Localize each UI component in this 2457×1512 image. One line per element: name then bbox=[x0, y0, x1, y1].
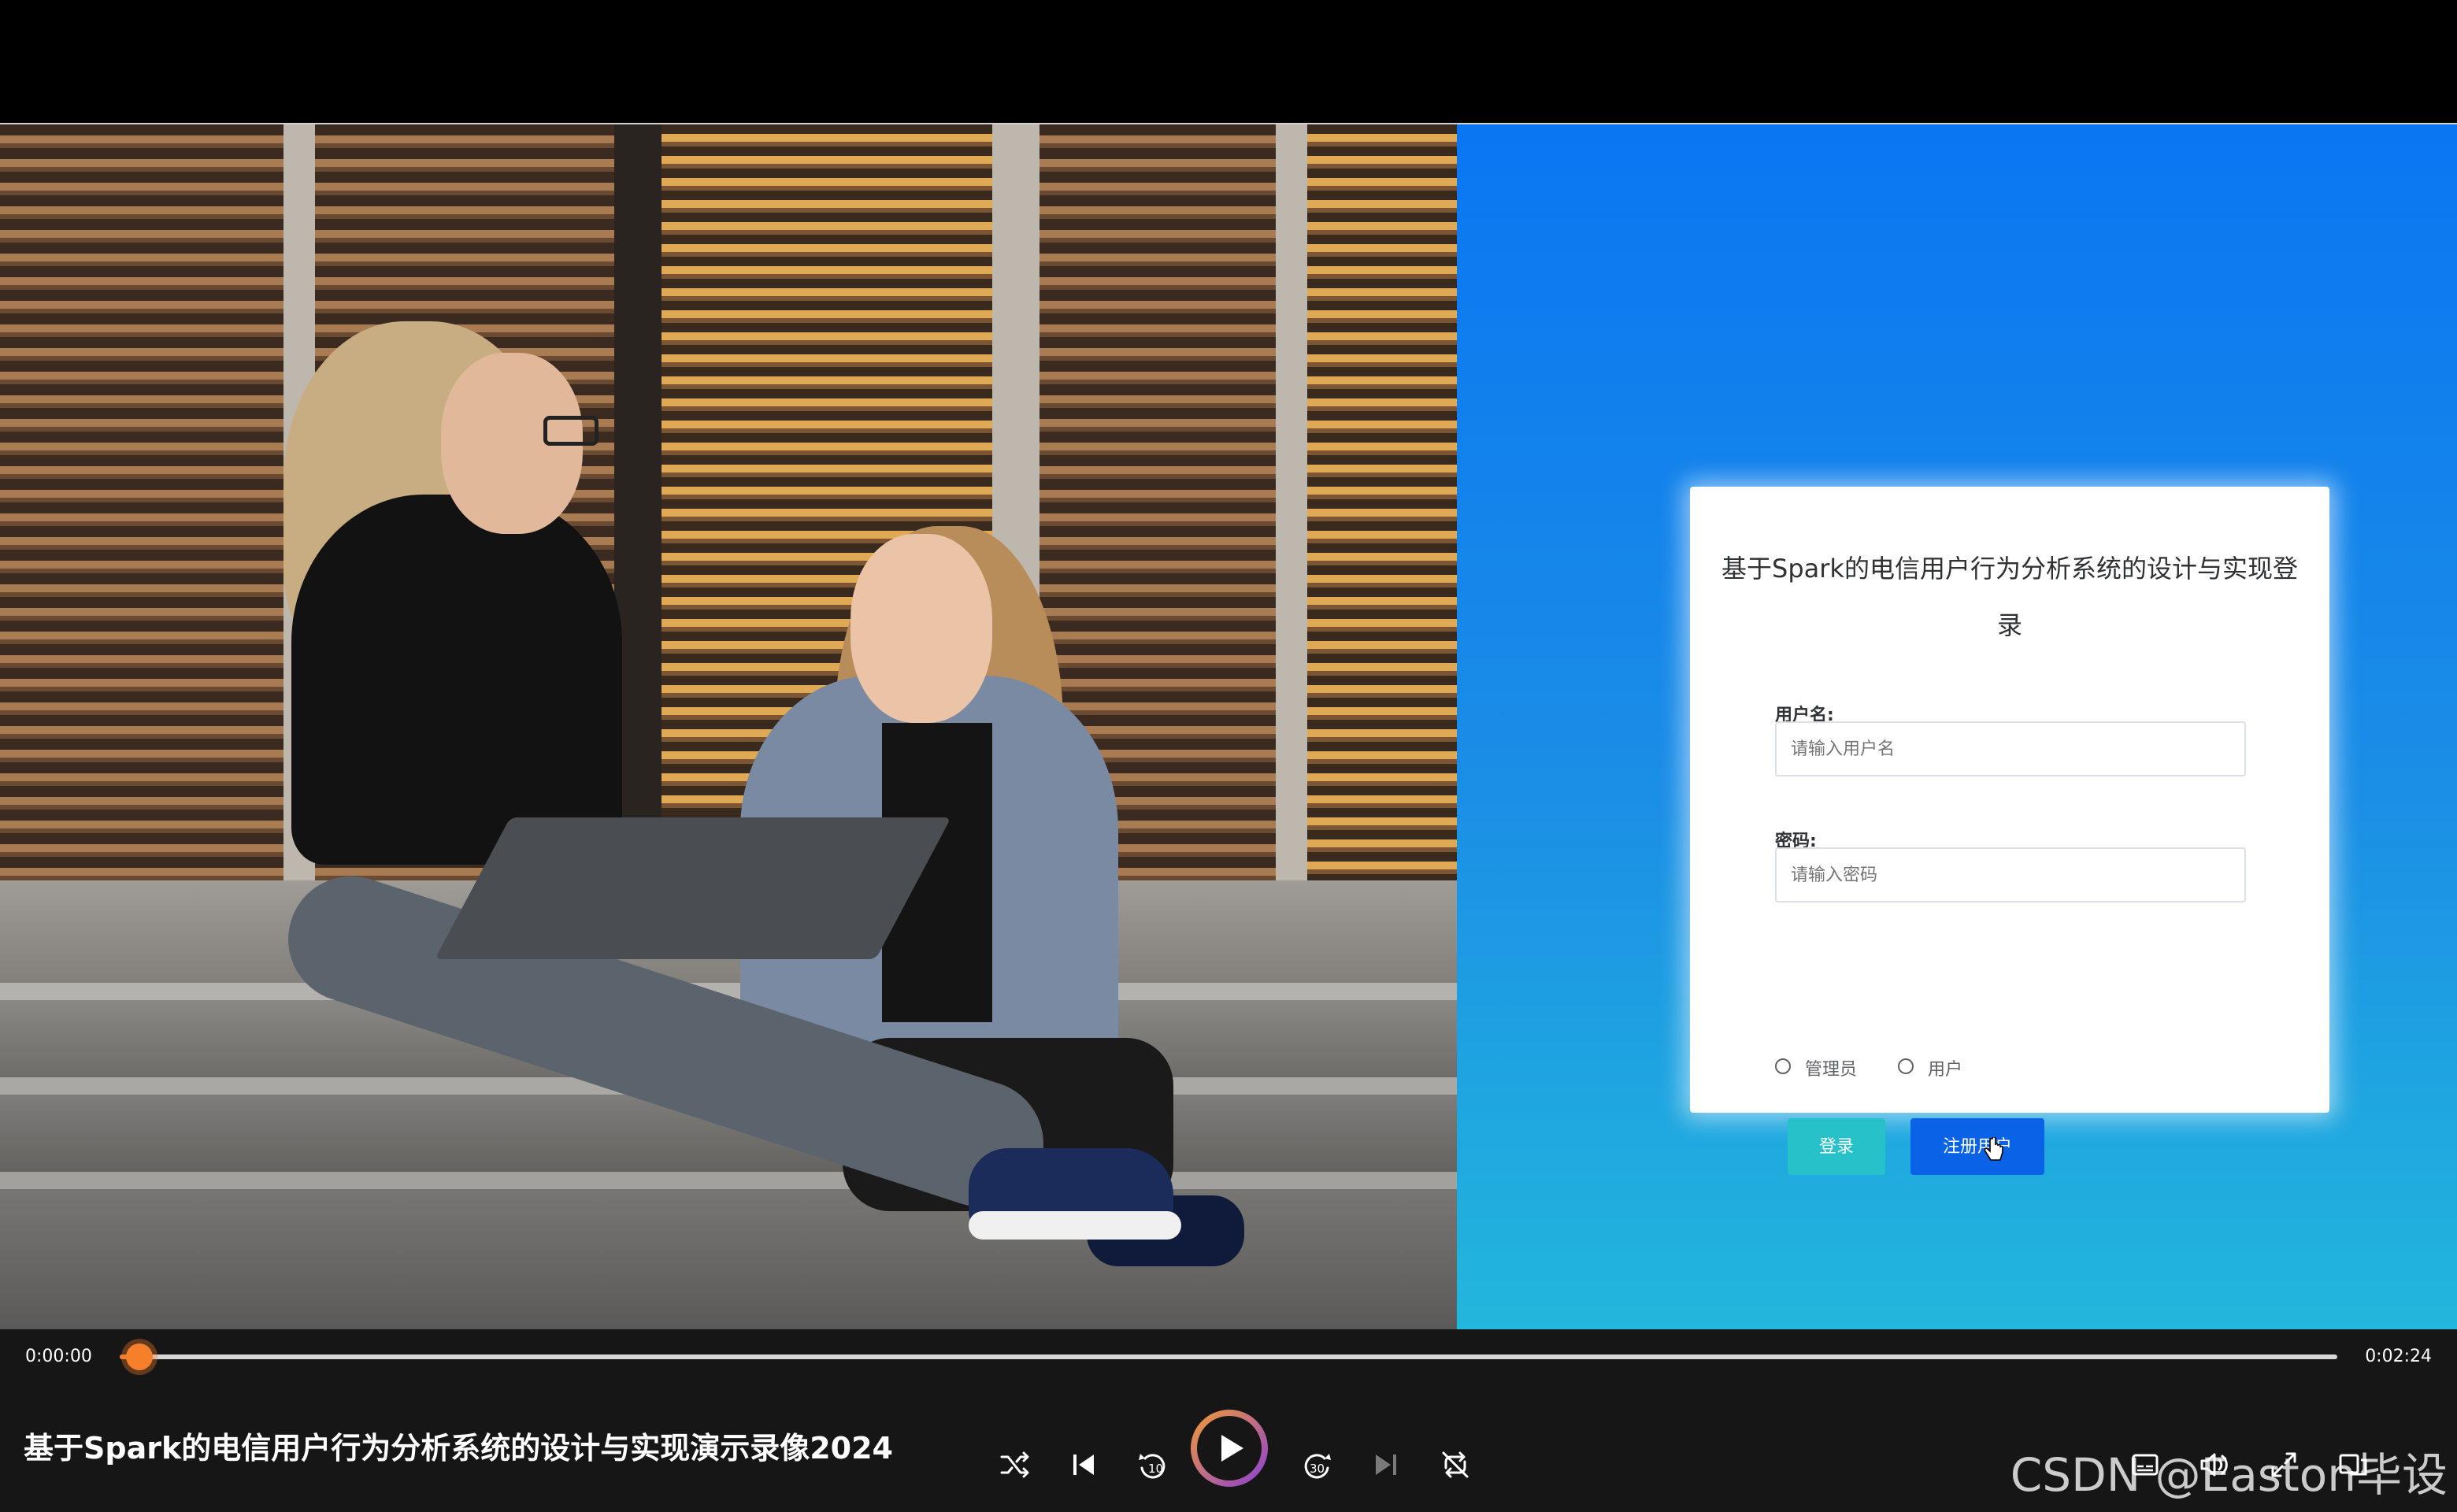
radio-circle-icon[interactable] bbox=[1898, 1058, 1914, 1074]
register-button[interactable]: 注册用户 bbox=[1910, 1118, 2044, 1175]
previous-icon[interactable] bbox=[1060, 1441, 1107, 1488]
next-icon[interactable] bbox=[1362, 1441, 1410, 1488]
total-time: 0:02:24 bbox=[2365, 1347, 2432, 1366]
login-title: 基于Spark的电信用户行为分析系统的设计与实现登录 bbox=[1721, 554, 2298, 640]
progress-track[interactable] bbox=[120, 1343, 2337, 1370]
username-input[interactable] bbox=[1775, 721, 2246, 776]
role-label-admin: 管理员 bbox=[1805, 1060, 1858, 1080]
top-black-bar bbox=[0, 0, 2457, 124]
shuffle-icon[interactable] bbox=[991, 1441, 1038, 1488]
repeat-off-icon[interactable] bbox=[1432, 1441, 1479, 1488]
forward-30-icon[interactable]: 30 bbox=[1293, 1441, 1340, 1488]
video-frame[interactable]: 基于Spark的电信用户行为分析系统的设计与实现登录 用户名: 密码: 管理员 … bbox=[0, 124, 2457, 1329]
photo-two-women-on-steps bbox=[0, 124, 1457, 1329]
login-background: 基于Spark的电信用户行为分析系统的设计与实现登录 用户名: 密码: 管理员 … bbox=[1457, 124, 2457, 1329]
radio-circle-icon[interactable] bbox=[1775, 1058, 1791, 1074]
play-icon[interactable] bbox=[1197, 1416, 1262, 1480]
play-button[interactable] bbox=[1191, 1410, 1268, 1487]
player-controls: 0:00:00 0:02:24 基于Spark的电信用户行为分析系统的设计与实现… bbox=[0, 1329, 2457, 1512]
progress-thumb[interactable] bbox=[126, 1343, 154, 1370]
login-button[interactable]: 登录 bbox=[1788, 1118, 1885, 1175]
hand-cursor-icon bbox=[1984, 1137, 2003, 1161]
svg-text:10: 10 bbox=[1148, 1462, 1163, 1476]
role-label-user: 用户 bbox=[1928, 1060, 1963, 1080]
csdn-watermark: CSDN @Easton毕设 bbox=[2010, 1448, 2448, 1502]
password-input[interactable] bbox=[1775, 847, 2246, 902]
svg-text:30: 30 bbox=[1310, 1462, 1325, 1476]
rewind-10-icon[interactable]: 10 bbox=[1129, 1441, 1177, 1488]
current-time: 0:00:00 bbox=[25, 1347, 92, 1366]
login-card: 基于Spark的电信用户行为分析系统的设计与实现登录 用户名: 密码: 管理员 … bbox=[1690, 487, 2329, 1175]
video-title: 基于Spark的电信用户行为分析系统的设计与实现演示录像2024 bbox=[24, 1431, 893, 1466]
